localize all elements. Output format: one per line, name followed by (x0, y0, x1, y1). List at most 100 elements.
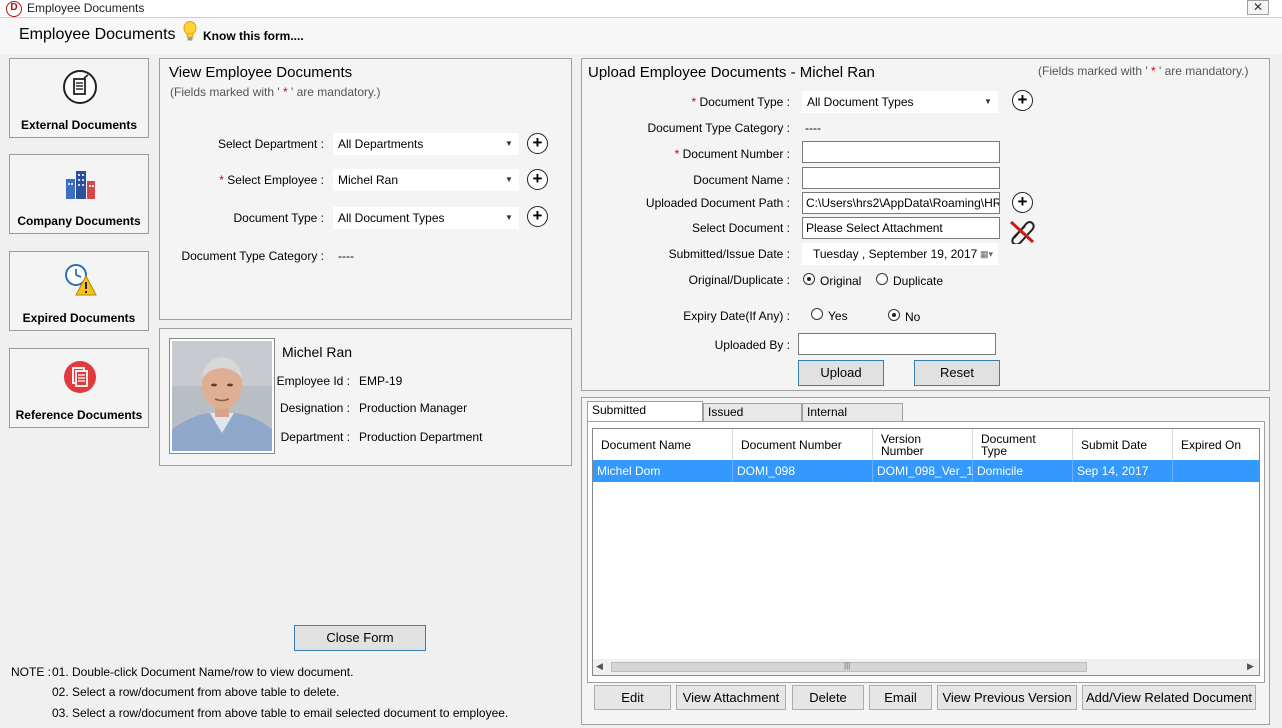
scrollbar-thumb[interactable]: ||| (611, 661, 1087, 672)
nav-company-documents[interactable]: Company Documents (9, 154, 149, 234)
add-view-related-document-button[interactable]: Add/View Related Document (1082, 685, 1256, 710)
original-duplicate-label: Original/Duplicate : (688, 273, 790, 287)
chevron-down-icon: ▼ (984, 97, 992, 106)
upload-doctype-label: * Document Type : (691, 95, 790, 109)
add-doctype-button[interactable]: + (527, 206, 548, 227)
expiry-yes-label: Yes (828, 309, 848, 323)
employee-photo (169, 338, 275, 454)
add-upload-doctype-button[interactable]: + (1012, 90, 1033, 111)
clock-warning-icon (65, 264, 97, 296)
profile-name: Michel Ran (282, 344, 353, 360)
department-label: Select Department : (217, 137, 324, 151)
upload-mandatory-note: (Fields marked with ' * ' are mandatory.… (1038, 64, 1249, 78)
duplicate-radio-label: Duplicate (893, 274, 944, 288)
upload-button[interactable]: Upload (798, 360, 884, 386)
view-attachment-button[interactable]: View Attachment (676, 685, 786, 710)
employee-id-value: EMP-19 (359, 374, 403, 388)
external-documents-icon (63, 70, 97, 104)
nav-label: Reference Documents (15, 408, 143, 422)
scroll-right-icon[interactable]: ▶ (1247, 661, 1254, 672)
view-panel-title: View Employee Documents (169, 64, 353, 81)
designation-value: Production Manager (359, 401, 468, 415)
chevron-down-icon: ▼ (505, 213, 513, 222)
reference-documents-icon (64, 361, 96, 393)
expiry-yes-radio[interactable] (811, 308, 823, 320)
profile-department-label: Department : (280, 430, 350, 444)
form-title: Employee Documents (19, 26, 176, 43)
document-path-input[interactable]: C:\Users\hrs2\AppData\Roaming\HR (802, 192, 1000, 214)
view-category-label: Document Type Category : (181, 249, 324, 263)
table-row[interactable]: Michel Dom DOMI_098 DOMI_098_Ver_1 Domic… (593, 460, 1259, 482)
designation-label: Designation : (279, 401, 350, 415)
tab-internal-documents[interactable]: Internal Documents (802, 403, 903, 435)
know-this-form-link[interactable]: Know this form.... (203, 29, 304, 43)
document-name-input[interactable] (802, 167, 1000, 189)
reset-button[interactable]: Reset (914, 360, 1000, 386)
table-header: Document Name Document Number Version Nu… (593, 429, 1259, 463)
calendar-icon[interactable]: ▦▾ (980, 244, 993, 264)
note-item: 02. Select a row/document from above tab… (52, 685, 340, 699)
expiry-no-radio[interactable] (888, 309, 900, 321)
view-previous-version-button[interactable]: View Previous Version (937, 685, 1077, 710)
nav-external-documents[interactable]: External Documents (9, 58, 149, 138)
upload-category-value: ---- (805, 121, 821, 135)
tab-issued-documents[interactable]: Issued Documents (703, 403, 802, 435)
document-number-label: * Document Number : (674, 147, 790, 161)
profile-department-value: Production Department (359, 430, 483, 444)
column-header-document-type[interactable]: Document Type (973, 429, 1073, 463)
scroll-left-icon[interactable]: ◀ (596, 661, 603, 672)
submitted-date-picker[interactable]: Tuesday , September 19, 2017 ▦▾ (802, 243, 998, 265)
view-doctype-label: Document Type : (233, 211, 325, 225)
table-cell: Michel Dom (593, 460, 733, 482)
delete-button[interactable]: Delete (792, 685, 864, 710)
add-path-button[interactable]: + (1012, 192, 1033, 213)
edit-button[interactable]: Edit (594, 685, 671, 710)
employee-label: * Select Employee : (219, 173, 324, 187)
uploaded-by-input[interactable] (798, 333, 996, 355)
duplicate-radio[interactable] (876, 273, 888, 285)
tab-submitted-documents[interactable]: Submitted Documents (587, 401, 703, 433)
employee-avatar (172, 341, 272, 451)
table-cell: Domicile (973, 460, 1073, 482)
window-close-button[interactable]: ✕ (1247, 0, 1269, 15)
add-department-button[interactable]: + (527, 133, 548, 154)
email-button[interactable]: Email (869, 685, 932, 710)
expiry-no-label: No (905, 310, 921, 324)
employee-id-label: Employee Id : (276, 374, 350, 388)
company-buildings-icon (66, 171, 95, 199)
column-header-document-name[interactable]: Document Name (593, 429, 733, 463)
nav-label: External Documents (20, 118, 138, 132)
notes-label: NOTE : (11, 665, 52, 679)
upload-doctype-select[interactable]: All Document Types ▼ (802, 91, 998, 113)
document-path-label: Uploaded Document Path : (645, 196, 790, 210)
uploaded-by-label: Uploaded By : (714, 338, 790, 352)
table-cell: DOMI_098 (733, 460, 873, 482)
table-cell (1173, 460, 1259, 482)
horizontal-scrollbar[interactable]: ◀ ||| ▶ (593, 659, 1259, 675)
view-doctype-select[interactable]: All Document Types ▼ (333, 207, 519, 229)
original-radio[interactable] (803, 273, 815, 285)
column-header-submit-date[interactable]: Submit Date (1073, 429, 1173, 463)
lightbulb-icon[interactable] (182, 21, 198, 43)
close-form-button[interactable]: Close Form (294, 625, 426, 651)
column-header-version-number[interactable]: Version Number (873, 429, 973, 463)
document-number-input[interactable] (802, 141, 1000, 163)
column-header-document-number[interactable]: Document Number (733, 429, 873, 463)
nav-expired-documents[interactable]: Expired Documents (9, 251, 149, 331)
employee-select[interactable]: Michel Ran ▼ (333, 169, 519, 191)
add-employee-button[interactable]: + (527, 169, 548, 190)
document-name-label: Document Name : (693, 173, 790, 187)
original-radio-label: Original (820, 274, 862, 288)
documents-table: Document Name Document Number Version Nu… (592, 428, 1260, 676)
chevron-down-icon: ▼ (505, 175, 513, 184)
nav-reference-documents[interactable]: Reference Documents (9, 348, 149, 428)
note-item: 03. Select a row/document from above tab… (52, 706, 509, 720)
column-header-expired-on[interactable]: Expired On (1173, 429, 1259, 463)
remove-attachment-icon[interactable] (1008, 218, 1036, 244)
select-document-input[interactable]: Please Select Attachment (802, 217, 1000, 239)
upload-panel-title: Upload Employee Documents - Michel Ran (588, 64, 875, 81)
table-cell: Sep 14, 2017 (1073, 460, 1173, 482)
department-select[interactable]: All Departments ▼ (333, 133, 519, 155)
grip-icon: ||| (844, 661, 851, 670)
table-cell: DOMI_098_Ver_1 (873, 460, 973, 482)
